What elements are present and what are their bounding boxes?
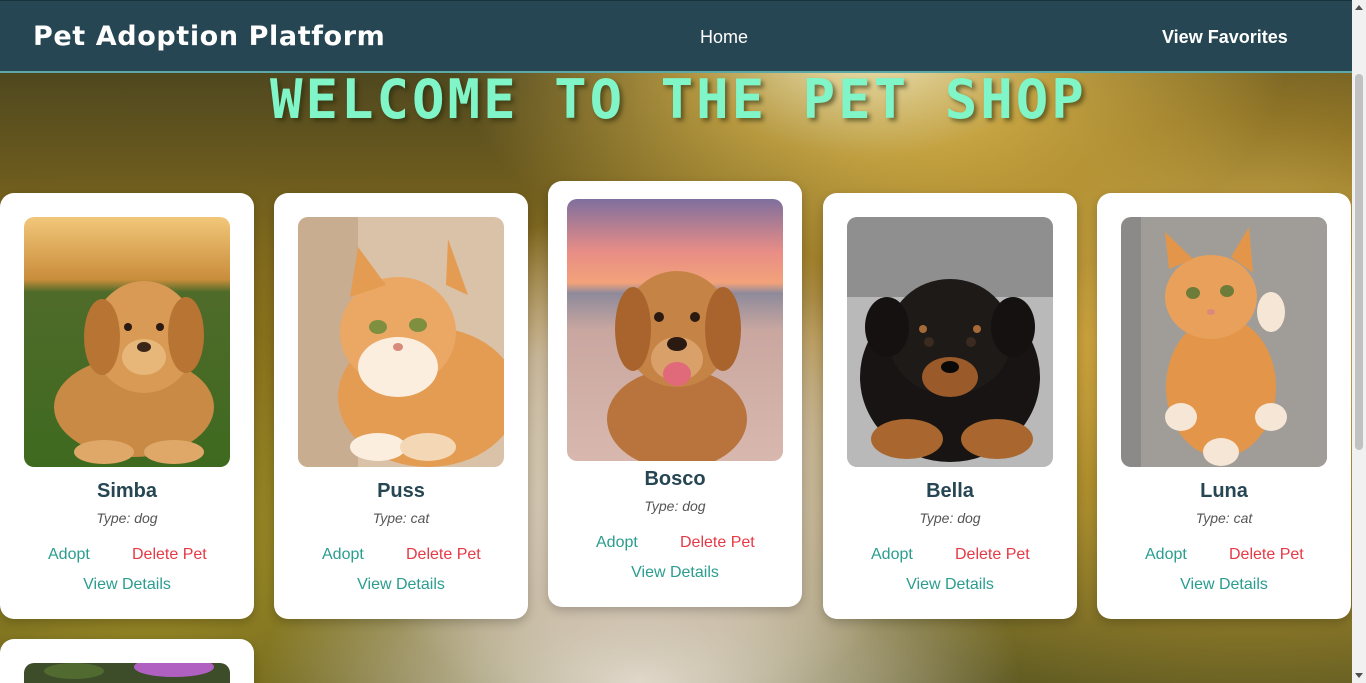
delete-pet-button[interactable]: Delete Pet xyxy=(132,546,207,564)
pet-photo xyxy=(24,663,230,683)
delete-pet-button[interactable]: Delete Pet xyxy=(680,534,755,552)
pet-name: Simba xyxy=(96,480,158,502)
delete-pet-button[interactable]: Delete Pet xyxy=(406,546,481,564)
pet-card: Simba Type: dog Adopt Delete Pet View De… xyxy=(0,193,254,619)
pet-card: Bosco Type: dog Adopt Delete Pet View De… xyxy=(548,181,802,607)
pet-type: Type: dog xyxy=(96,510,158,526)
hero-title: WELCOME TO THE PET SHOP xyxy=(270,68,1087,131)
pet-type: Type: cat xyxy=(1195,510,1253,526)
nav-favorites-link[interactable]: View Favorites xyxy=(1162,27,1288,48)
pet-card: Puss Type: cat Adopt Delete Pet View Det… xyxy=(274,193,528,619)
pet-type: Type: cat xyxy=(372,510,430,526)
pet-name: Bella xyxy=(926,480,974,502)
view-details-button[interactable]: View Details xyxy=(0,576,254,594)
pet-photo xyxy=(1121,217,1327,467)
brand-title[interactable]: Pet Adoption Platform xyxy=(33,21,385,52)
view-details-button[interactable]: View Details xyxy=(274,576,528,594)
pet-card: Luna Type: cat Adopt Delete Pet View Det… xyxy=(1097,193,1351,619)
pet-photo xyxy=(567,199,783,461)
adopt-button[interactable]: Adopt xyxy=(1145,546,1187,564)
adopt-button[interactable]: Adopt xyxy=(322,546,364,564)
pet-photo xyxy=(24,217,230,467)
view-details-button[interactable]: View Details xyxy=(1097,576,1351,594)
pet-name: Bosco xyxy=(644,468,706,490)
navbar: Pet Adoption Platform Home View Favorite… xyxy=(0,0,1352,73)
view-details-button[interactable]: View Details xyxy=(548,564,802,582)
view-details-button[interactable]: View Details xyxy=(823,576,1077,594)
adopt-button[interactable]: Adopt xyxy=(48,546,90,564)
delete-pet-button[interactable]: Delete Pet xyxy=(1229,546,1304,564)
pet-photo xyxy=(298,217,504,467)
scroll-down-arrow-icon[interactable] xyxy=(1355,673,1363,678)
pet-name: Luna xyxy=(1200,480,1248,502)
pet-card-partial xyxy=(0,639,254,683)
scroll-up-arrow-icon[interactable] xyxy=(1355,5,1363,10)
nav-home-link[interactable]: Home xyxy=(700,27,748,48)
scrollbar[interactable] xyxy=(1352,0,1366,683)
delete-pet-button[interactable]: Delete Pet xyxy=(955,546,1030,564)
scrollbar-thumb[interactable] xyxy=(1355,74,1363,450)
pet-card: Bella Type: dog Adopt Delete Pet View De… xyxy=(823,193,1077,619)
adopt-button[interactable]: Adopt xyxy=(596,534,638,552)
pet-photo xyxy=(847,217,1053,467)
pet-type: Type: dog xyxy=(644,498,706,514)
pet-type: Type: dog xyxy=(919,510,981,526)
pet-name: Puss xyxy=(377,480,425,502)
adopt-button[interactable]: Adopt xyxy=(871,546,913,564)
